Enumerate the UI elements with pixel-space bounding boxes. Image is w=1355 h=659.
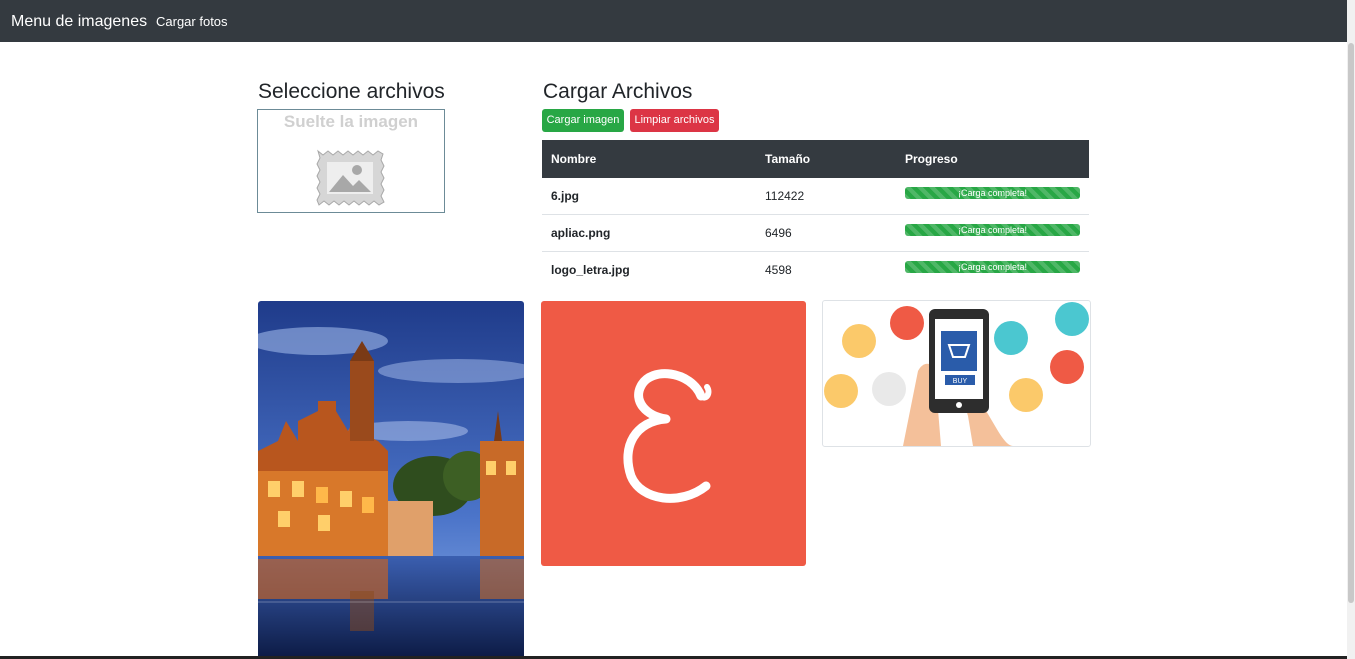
city-canal-photo <box>258 301 524 659</box>
file-name: logo_letra.jpg <box>551 263 630 277</box>
select-files-title: Seleccione archivos <box>258 80 445 103</box>
table-row: logo_letra.jpg 4598 ¡Carga completa! <box>542 252 1089 289</box>
file-progress-cell: ¡Carga completa! <box>896 214 1089 252</box>
file-progress-cell: ¡Carga completa! <box>896 178 1089 215</box>
drop-zone[interactable]: Suelte la imagen <box>257 109 445 213</box>
vertical-scrollbar[interactable] <box>1347 0 1355 659</box>
file-size: 6496 <box>756 214 896 252</box>
mobile-shopping-illustration: BUY <box>822 300 1091 447</box>
table-row: 6.jpg 112422 ¡Carga completa! <box>542 178 1089 215</box>
file-size: 4598 <box>765 263 792 277</box>
column-header-progress: Progreso <box>896 140 1089 178</box>
upload-image-button[interactable]: Cargar imagen <box>542 109 624 132</box>
progress-bar-track: ¡Carga completa! <box>905 224 1080 236</box>
clear-files-button[interactable]: Limpiar archivos <box>630 109 719 132</box>
scrollbar-thumb[interactable] <box>1348 43 1354 603</box>
nav-link-cargar-fotos[interactable]: Cargar fotos <box>156 14 228 30</box>
file-progress-cell: ¡Carga completa! <box>896 252 1089 289</box>
city-canal-photo-graphic <box>258 301 524 659</box>
column-header-size: Tamaño <box>756 140 896 178</box>
file-name: 6.jpg <box>542 178 756 215</box>
progress-bar-track: ¡Carga completa! <box>905 261 1080 273</box>
navbar: Menu de imagenes Cargar fotos <box>0 0 1347 42</box>
table-header-row: Nombre Tamaño Progreso <box>542 140 1089 178</box>
navbar-brand[interactable]: Menu de imagenes <box>11 12 147 32</box>
drop-zone-text: Suelte la imagen <box>283 112 419 131</box>
table-row: apliac.png 6496 ¡Carga completa! <box>542 214 1089 252</box>
files-table: Nombre Tamaño Progreso 6.jpg 112422 ¡Car… <box>542 140 1089 288</box>
letter-e-logo-graphic <box>541 301 806 566</box>
progress-bar: ¡Carga completa! <box>905 224 1080 236</box>
progress-bar-track: ¡Carga completa! <box>905 187 1080 199</box>
letter-e-logo <box>541 301 806 566</box>
progress-bar: ¡Carga completa! <box>905 187 1080 199</box>
progress-bar: ¡Carga completa! <box>905 261 1080 273</box>
file-name: apliac.png <box>542 214 756 252</box>
image-placeholder-icon <box>316 149 385 206</box>
column-header-name: Nombre <box>542 140 756 178</box>
mobile-shopping-graphic: BUY <box>824 302 1089 446</box>
upload-files-title: Cargar Archivos <box>543 80 693 103</box>
file-size: 112422 <box>756 178 896 215</box>
buy-label: BUY <box>953 378 968 385</box>
